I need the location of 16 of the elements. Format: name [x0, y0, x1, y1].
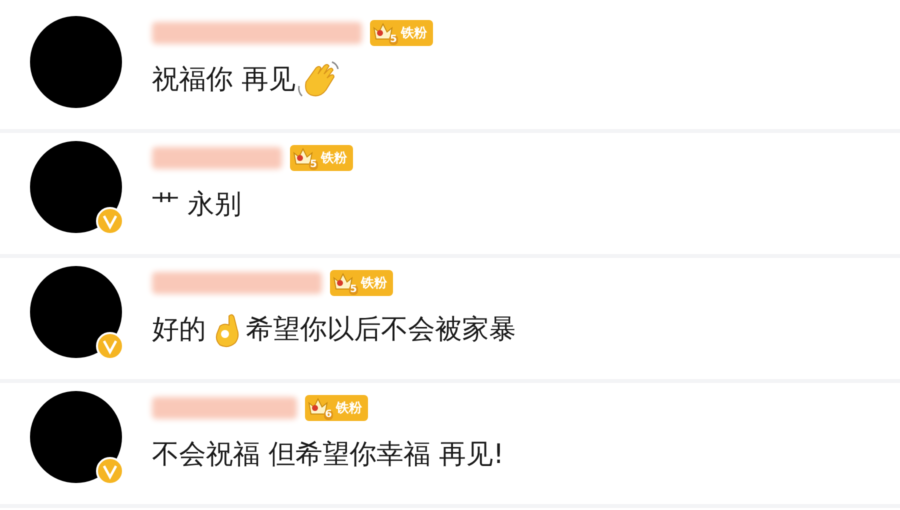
- fan-badge-label: 铁粉: [321, 152, 347, 164]
- verified-icon: [96, 207, 124, 235]
- fan-badge-label: 铁粉: [361, 276, 387, 290]
- comment-text: 不会祝福 但希望你幸福 再见!: [152, 438, 504, 472]
- fan-level: 5: [309, 160, 318, 170]
- comment-text: 祝福你 再见: [152, 63, 296, 97]
- comment-text: 艹 永别: [152, 188, 242, 222]
- fan-level: 5: [389, 35, 398, 45]
- comment-text: 希望你以后不会被家暴: [246, 313, 516, 347]
- verified-icon: [96, 332, 124, 360]
- fan-badge-label: 铁粉: [336, 402, 362, 414]
- fan-level: 5: [349, 285, 358, 295]
- fan-badge-label: 铁粉: [401, 26, 427, 40]
- fan-level: 6: [324, 410, 333, 420]
- verified-icon: [96, 457, 124, 485]
- comment-text: 好的: [152, 313, 206, 347]
